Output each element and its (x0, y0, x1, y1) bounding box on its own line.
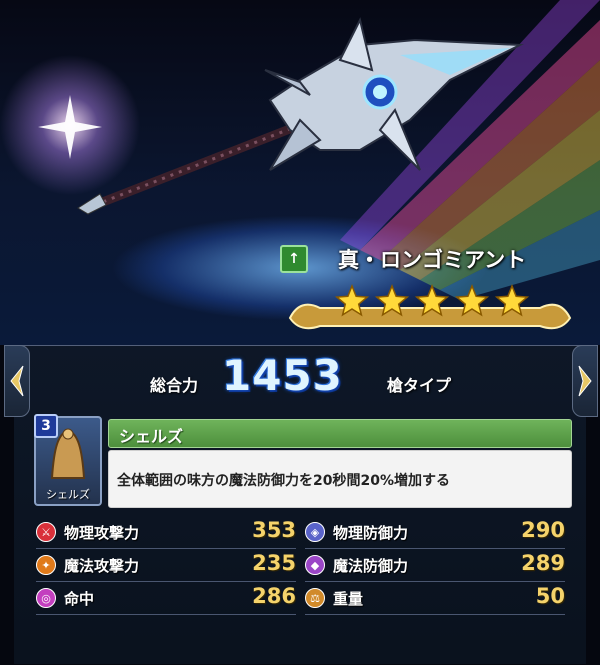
rarity-plate (288, 283, 572, 330)
sword-icon: ⚔ (36, 522, 56, 542)
stat-value: 289 (521, 551, 565, 575)
magic-shield-icon: ◆ (305, 555, 325, 575)
target-icon: ◎ (36, 588, 56, 608)
stat-weight: ⚖ 重量 50 (305, 584, 565, 615)
total-power-row: 総合力 1453 槍タイプ (0, 351, 600, 407)
ability-description: 全体範囲の味方の魔法防御力を20秒間20%増加する (117, 473, 450, 489)
total-power-value: 1453 (222, 351, 343, 400)
stat-magic-attack: ✦ 魔法攻撃力 235 (36, 551, 296, 582)
weapon-name: 真・ロンゴミアント (338, 248, 527, 272)
stat-label: 物理防御力 (333, 524, 409, 542)
stat-label: 命中 (64, 590, 95, 608)
weapon-showcase: ↑ 真・ロンゴミアント (0, 0, 600, 345)
shield-icon: ◈ (305, 522, 325, 542)
weapon-type-label: 槍タイプ (387, 376, 452, 395)
total-power-label: 総合力 (150, 376, 199, 395)
stat-physical-defense: ◈ 物理防御力 290 (305, 518, 565, 549)
weight-icon: ⚖ (305, 588, 325, 608)
stat-physical-attack: ⚔ 物理攻撃力 353 (36, 518, 296, 549)
ability-description-box: 全体範囲の味方の魔法防御力を20秒間20%増加する (108, 450, 572, 508)
stat-accuracy: ◎ 命中 286 (36, 584, 296, 615)
sparkle-icon (38, 95, 102, 159)
stat-value: 286 (252, 584, 296, 608)
stat-label: 物理攻撃力 (64, 524, 140, 542)
stat-value: 50 (535, 584, 565, 608)
ability-icon-caption: シェルズ (46, 488, 90, 501)
stat-label: 重量 (333, 590, 364, 608)
weapon-header: ↑ 真・ロンゴミアント (280, 243, 580, 275)
stat-value: 353 (252, 518, 296, 542)
stat-label: 魔法防御力 (333, 557, 409, 575)
ability-name: シェルズ (119, 427, 184, 446)
stat-value: 290 (521, 518, 565, 542)
spear-type-icon: ↑ (280, 245, 308, 273)
stat-magic-defense: ◆ 魔法防御力 289 (305, 551, 565, 582)
stat-label: 魔法攻撃力 (64, 557, 140, 575)
ability-name-bar: シェルズ (108, 419, 572, 448)
magic-wand-icon: ✦ (36, 555, 56, 575)
ability-icon[interactable]: 3 シェルズ (34, 414, 102, 506)
ability-rank-badge: 3 (34, 414, 58, 438)
stat-value: 235 (252, 551, 296, 575)
